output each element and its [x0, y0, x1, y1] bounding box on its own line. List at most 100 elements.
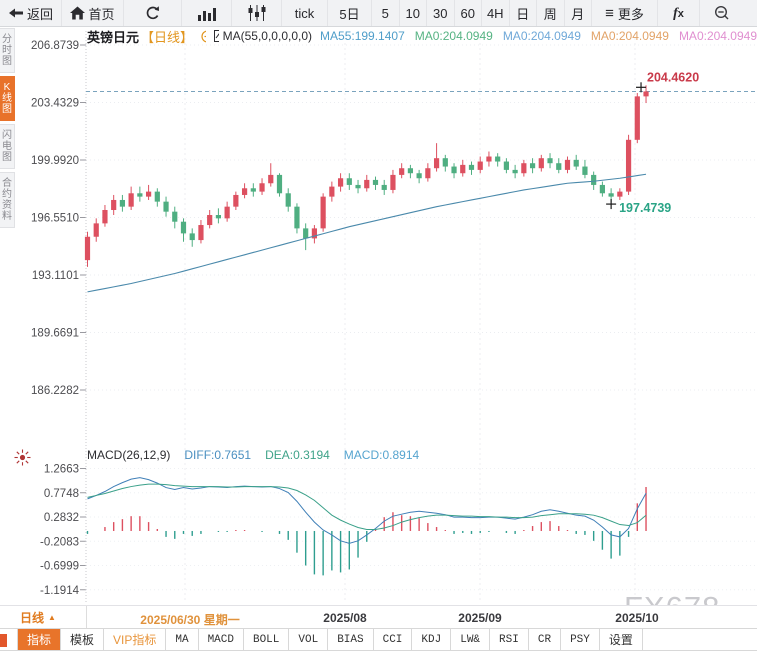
- zoom-out-icon: [714, 5, 730, 21]
- indicator-tab-BIAS[interactable]: BIAS: [328, 629, 373, 650]
- formula-fx-button[interactable]: fx: [658, 0, 700, 26]
- home-icon: [70, 6, 85, 20]
- svg-text:0.2832: 0.2832: [44, 512, 79, 524]
- svg-text:1.2663: 1.2663: [44, 464, 79, 476]
- interval-4H-button[interactable]: 4H: [482, 0, 510, 26]
- svg-text:-0.2083: -0.2083: [40, 536, 79, 548]
- mini-chart-icon: [214, 30, 219, 42]
- interval-日-button[interactable]: 日: [510, 0, 538, 26]
- interval-60-button[interactable]: 60: [455, 0, 483, 26]
- interval-buttons-group: 51030604H日周月: [372, 0, 592, 26]
- svg-text:-0.6999: -0.6999: [40, 561, 79, 573]
- interval-5day-button[interactable]: 5日: [328, 0, 372, 26]
- svg-text:203.4329: 203.4329: [31, 98, 79, 110]
- indicator-tab-RSI[interactable]: RSI: [490, 629, 529, 650]
- interval-10-button[interactable]: 10: [400, 0, 428, 26]
- svg-text:-1.1914: -1.1914: [40, 585, 80, 597]
- indicator-tab-VOL[interactable]: VOL: [289, 629, 328, 650]
- ma-value-1: MA0:204.0949: [415, 29, 493, 43]
- selected-date-label: 2025/06/30 星期一: [140, 611, 239, 628]
- ma-value-3: MA0:204.0949: [591, 29, 669, 43]
- more-button[interactable]: ≡ 更多: [592, 0, 658, 26]
- tab-scroll-marker[interactable]: [0, 634, 7, 647]
- home-label: 首页: [88, 4, 114, 23]
- sidebar-tab-K线图[interactable]: K线图: [0, 76, 15, 121]
- period-dropdown[interactable]: 日线 ▲: [0, 606, 87, 629]
- indicator-tab-CCI[interactable]: CCI: [374, 629, 413, 650]
- candles-group: [85, 85, 649, 267]
- period-dropdown-label: 日线: [20, 609, 44, 626]
- svg-text:206.8739: 206.8739: [31, 40, 79, 52]
- ma-values-group: MA55:199.1407 MA0:204.0949 MA0:204.0949 MA0…: [320, 29, 757, 43]
- bar-chart-icon: [197, 6, 217, 21]
- interval-tick-button[interactable]: tick: [282, 0, 328, 26]
- macd-diff-value: DIFF:0.7651: [184, 448, 251, 462]
- svg-text:189.6691: 189.6691: [31, 328, 79, 340]
- indicator-tab-模板[interactable]: 模板: [61, 629, 104, 650]
- back-label: 返回: [27, 4, 53, 23]
- candle-chart-type-button[interactable]: [232, 0, 282, 26]
- indicator-tab-LW&[interactable]: LW&: [451, 629, 490, 650]
- ma-value-0: MA55:199.1407: [320, 29, 405, 43]
- month-label-2025/08: 2025/08: [323, 611, 366, 625]
- back-button[interactable]: 返回: [0, 0, 62, 26]
- ma-value-4: MA0:204.0949: [679, 29, 757, 43]
- add-indicator-icon[interactable]: [201, 30, 206, 43]
- x-axis-row: 日线 ▲ 2025/06/30 星期一 2025/08 2025/09 2025/1…: [0, 605, 757, 629]
- indicator-tab-KDJ[interactable]: KDJ: [412, 629, 451, 650]
- indicator-tab-设置[interactable]: 设置: [600, 629, 643, 650]
- home-button[interactable]: 首页: [62, 0, 124, 26]
- price-chart-canvas[interactable]: 206.8739 203.4329 199.9920 196.5510 193.1101…: [0, 0, 757, 651]
- sidebar-tab-合约资料[interactable]: 合约资料: [0, 172, 15, 228]
- svg-text:199.9920: 199.9920: [31, 155, 79, 167]
- period-label: 【日线】: [141, 28, 193, 44]
- chart-title-bar: 英镑日元 【日线】 MA(55,0,0,0,0,0) MA55:199.1407…: [87, 28, 757, 44]
- interval-周-button[interactable]: 周: [537, 0, 565, 26]
- indicator-tab-BOLL[interactable]: BOLL: [244, 629, 289, 650]
- refresh-button[interactable]: [124, 0, 182, 26]
- candlestick-icon: [247, 5, 267, 21]
- top-toolbar: 返回 首页 tick 5日 51030604H日周月 ≡ 更多 fx: [0, 0, 757, 27]
- fx-icon: fx: [673, 5, 684, 22]
- indicator-tab-CR[interactable]: CR: [529, 629, 561, 650]
- svg-text:196.5510: 196.5510: [31, 213, 79, 225]
- ma-formula: MA(55,0,0,0,0,0): [223, 29, 312, 43]
- svg-text:193.1101: 193.1101: [32, 270, 79, 282]
- ma-value-2: MA0:204.0949: [503, 29, 581, 43]
- low-price-annotation: 197.4739: [619, 201, 671, 215]
- indicator-tab-指标[interactable]: 指标: [17, 629, 61, 650]
- sidebar-tab-分时图[interactable]: 分时图: [0, 28, 15, 73]
- indicator-tab-MA[interactable]: MA: [166, 629, 198, 650]
- macd-formula: MACD(26,12,9): [87, 448, 170, 462]
- high-price-annotation: 204.4620: [647, 70, 699, 84]
- indicator-tabs-bar: 指标模板VIP指标MAMACDBOLLVOLBIASCCIKDJLW&RSICR…: [0, 628, 757, 651]
- month-label-2025/10: 2025/10: [615, 611, 658, 625]
- indicator-settings-sun-icon[interactable]: [14, 449, 31, 466]
- refresh-icon: [145, 5, 161, 21]
- zoom-out-button[interactable]: [700, 0, 743, 26]
- more-label: 更多: [618, 4, 644, 23]
- macd-macd-value: MACD:0.8914: [344, 448, 419, 462]
- interval-月-button[interactable]: 月: [565, 0, 593, 26]
- dea-line: [88, 484, 647, 529]
- indicator-tab-VIP指标[interactable]: VIP指标: [104, 629, 166, 650]
- interval-5-button[interactable]: 5: [372, 0, 400, 26]
- svg-text:0.7748: 0.7748: [44, 488, 79, 500]
- macd-dea-value: DEA:0.3194: [265, 448, 330, 462]
- bar-chart-type-button[interactable]: [182, 0, 232, 26]
- dropdown-arrow-icon: ▲: [48, 613, 56, 622]
- svg-text:186.2282: 186.2282: [31, 385, 79, 397]
- macd-header: MACD(26,12,9) DIFF:0.7651 DEA:0.3194 MAC…: [87, 448, 419, 462]
- sidebar-tab-闪电图[interactable]: 闪电图: [0, 124, 15, 169]
- five-day-label: 5日: [339, 4, 359, 23]
- indicator-tab-PSY[interactable]: PSY: [561, 629, 600, 650]
- tick-label: tick: [295, 6, 315, 21]
- hamburger-icon: ≡: [605, 5, 614, 22]
- symbol-name: 英镑日元: [87, 28, 139, 44]
- chart-type-sidebar: 分时图 K线图闪电图合约资料: [0, 28, 15, 231]
- month-label-2025/09: 2025/09: [458, 611, 501, 625]
- interval-30-button[interactable]: 30: [427, 0, 455, 26]
- ma55-line: [88, 174, 647, 292]
- indicator-tab-MACD[interactable]: MACD: [199, 629, 244, 650]
- back-arrow-icon: [8, 7, 24, 20]
